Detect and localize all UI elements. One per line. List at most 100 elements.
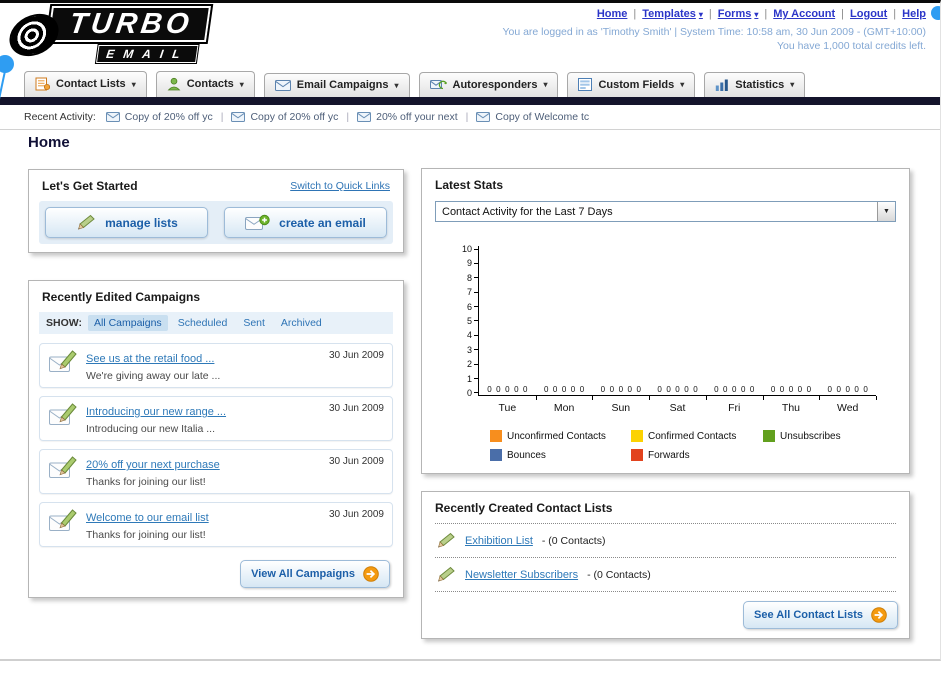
campaign-title-link[interactable]: 20% off your next purchase [86,459,220,471]
campaign-rows: See us at the retail food ... We're givin… [29,343,403,547]
get-started-header: Let's Get Started Switch to Quick Links [29,170,403,201]
nav-tab-autoresponders[interactable]: Autoresponders ▾ [418,72,559,97]
value-label: 0 [675,385,680,394]
contact-lists-header: Recently Created Contact Lists [422,492,909,523]
pencil-icon [435,532,456,549]
chart-value-labels: 00000 [714,385,754,394]
nav-tab-label: Email Campaigns [296,79,389,91]
nav-tab-statistics[interactable]: Statistics ▾ [704,72,806,97]
y-tick-label: 5 [466,315,472,326]
y-tick: 0 [467,388,478,397]
turbo-email-logo[interactable]: TURBO EMAIL [8,4,214,64]
contact-list-link[interactable]: Newsletter Subscribers [465,569,578,581]
tab-sent[interactable]: Sent [237,315,271,331]
tab-archived[interactable]: Archived [275,315,328,331]
campaigns-panel: Recently Edited Campaigns SHOW: All Camp… [28,280,404,598]
chart-y-axis: 10 9 8 7 6 5 4 3 2 1 0 [458,244,478,397]
value-label: 0 [627,385,632,394]
value-label: 0 [666,385,671,394]
main-nav: Contact Lists ▾ Contacts ▾ Email Campaigns ▾ A… [0,67,940,97]
recent-activity-item[interactable]: Copy of Welcome tc [476,111,589,123]
campaign-row: 20% off your next purchase Thanks for joi… [39,449,393,494]
y-tick-label: 1 [466,373,472,384]
recent-activity-item[interactable]: Copy of 20% off yc [231,111,338,123]
value-label: 0 [836,385,841,394]
get-started-panel: Let's Get Started Switch to Quick Links … [28,169,404,253]
top-link-templates[interactable]: Templates ▾ [642,8,703,20]
value-label: 0 [579,385,585,394]
page: TURBO EMAIL Home | Templates ▾ | Forms ▾ | My Ac… [0,0,941,661]
top-link-logout[interactable]: Logout [850,8,887,20]
nav-tab-contacts[interactable]: Contacts ▾ [155,71,255,97]
legend-swatch [631,449,643,461]
status-line-2: You have 1,000 total credits left. [776,40,926,52]
value-label: 0 [684,385,689,394]
campaign-row: Introducing our new range ... Introducing… [39,396,393,441]
value-label: 0 [618,385,624,394]
value-label: 0 [552,385,558,394]
x-axis-label: Fri [728,402,741,414]
campaign-title-link[interactable]: See us at the retail food ... [86,353,214,365]
value-label: 0 [714,385,719,394]
y-tick: 8 [467,273,478,282]
dotted-divider [435,591,896,592]
separator: | [893,8,897,20]
nav-tab-contact-lists[interactable]: Contact Lists ▾ [24,71,147,97]
legend-item: Bounces [490,449,631,461]
top-link-my-account[interactable]: My Account [773,8,835,20]
campaign-text: 20% off your next purchase Thanks for joi… [86,455,321,488]
chart-value-labels: 00000 [544,385,584,394]
top-links: Home | Templates ▾ | Forms ▾ | My Account | Logout… [597,8,926,20]
see-all-contact-lists-button[interactable]: See All Contact Lists [742,601,898,629]
separator: | [346,111,350,123]
envelope-icon [476,112,491,122]
view-all-campaigns-button[interactable]: View All Campaigns [240,560,390,588]
y-tick: 1 [466,373,478,384]
create-an-email-button[interactable]: create an email [224,207,387,238]
campaign-title-link[interactable]: Welcome to our email list [86,512,209,524]
status-line-1: You are logged in as 'Timothy Smith' | S… [502,26,926,38]
legend-swatch [490,449,502,461]
contact-list-link[interactable]: Exhibition List [465,535,533,547]
legend-item: Forwards [631,449,763,461]
stats-period-select[interactable]: Contact Activity for the Last 7 Days ▼ [435,201,896,222]
value-label: 0 [609,385,615,394]
chevron-down-icon: ▾ [790,80,795,89]
contact-activity-chart: 10 9 8 7 6 5 4 3 2 1 0 0 0 0 0 0 Tue 0 0 0 0 0 Mon 0 0 0 0 0 Sun 0 0 0… [458,244,909,414]
nav-tab-email-campaigns[interactable]: Email Campaigns ▾ [263,73,410,97]
recent-activity-item[interactable]: 20% off your next [357,111,458,123]
envelope-pencil-icon [48,455,78,480]
switch-quick-links-link[interactable]: Switch to Quick Links [290,180,390,192]
chart-legend: Unconfirmed Contacts Confirmed Contacts Un… [490,430,909,461]
x-axis-label: Mon [553,402,575,414]
campaign-title-link[interactable]: Introducing our new range ... [86,406,226,418]
tab-scheduled[interactable]: Scheduled [172,315,234,331]
chevron-down-icon: ▾ [131,79,136,89]
nav-tab-label: Statistics [735,78,785,91]
top-link-help[interactable]: Help [902,8,926,20]
separator: | [708,8,712,20]
chevron-down-icon: ▾ [698,9,703,19]
recent-activity-item[interactable]: Copy of 20% off yc [105,111,213,123]
y-tick-label: 10 [461,244,472,254]
recent-activity-item-label: Copy of 20% off yc [250,111,339,123]
value-label: 0 [749,385,755,394]
chevron-down-icon: ▾ [394,80,399,90]
campaign-date: 30 Jun 2009 [328,456,384,467]
manage-lists-button[interactable]: manage lists [45,207,208,238]
top-link-home[interactable]: Home [597,8,628,20]
contact-lists-panel: Recently Created Contact Lists Exhibitio… [421,491,910,639]
value-label: 0 [693,385,698,394]
tab-all-campaigns[interactable]: All Campaigns [87,315,168,331]
nav-tab-custom-fields[interactable]: Custom Fields ▾ [567,72,696,97]
campaigns-title: Recently Edited Campaigns [42,290,201,304]
chart-value-labels: 00000 [487,385,527,394]
value-label: 0 [845,385,850,394]
legend-label: Unconfirmed Contacts [507,430,606,442]
nav-underline-bar [0,97,940,105]
chevron-down-icon: ▾ [543,80,548,89]
top-link-forms[interactable]: Forms ▾ [718,8,759,20]
legend-swatch [490,430,502,442]
envelope-pencil-icon [48,402,78,427]
contact-list-items: Exhibition List - (0 Contacts) Newsletter … [422,524,909,592]
